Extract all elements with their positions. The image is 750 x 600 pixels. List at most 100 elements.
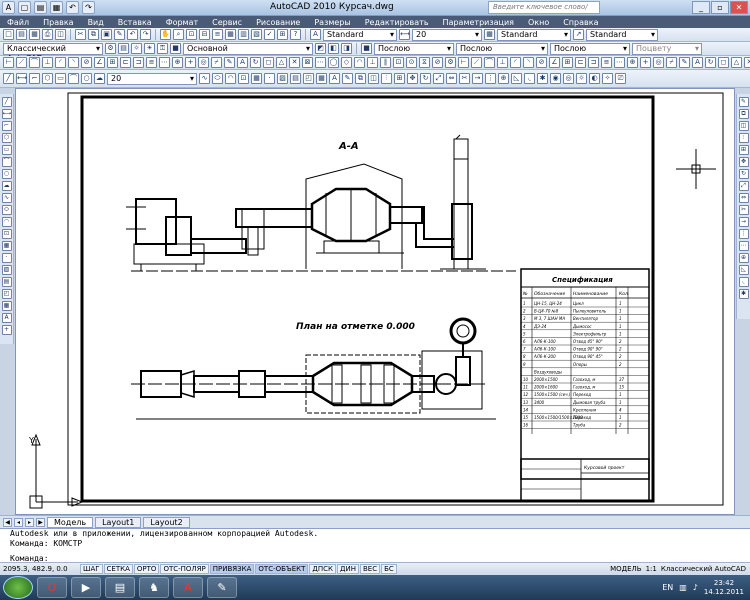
camera-icon[interactable]: ⎚ (615, 73, 626, 84)
dim-edit-icon[interactable]: ✎ (224, 57, 235, 68)
render-icon[interactable]: ◎ (653, 57, 664, 68)
menu-item-2[interactable]: Вид (81, 18, 111, 27)
tab-layout2[interactable]: Layout2 (143, 516, 190, 528)
render-icon[interactable]: ◉ (550, 73, 561, 84)
tool-palettes-icon[interactable]: ▥ (238, 29, 249, 40)
region-icon[interactable]: ◰ (303, 73, 314, 84)
join-icon[interactable]: ⊕ (498, 73, 509, 84)
arc-icon[interactable]: ⌒ (68, 73, 79, 84)
mirror-icon[interactable]: ◫ (738, 121, 749, 131)
paint-icon[interactable]: ✎ (207, 577, 237, 598)
text-style-icon[interactable]: A (310, 29, 321, 40)
snap-node-icon[interactable]: ⊙ (406, 57, 417, 68)
ucs-face-icon[interactable]: ⊥ (497, 57, 508, 68)
insert-block-icon[interactable]: ⊡ (238, 73, 249, 84)
command-line[interactable]: Autodesk или в приложении, лицензированн… (0, 528, 750, 563)
fillet-icon[interactable]: ◟ (524, 73, 535, 84)
extend-icon[interactable]: → (738, 217, 749, 227)
array-icon[interactable]: ⊞ (738, 145, 749, 155)
maximize-button[interactable]: ▫ (711, 1, 729, 14)
scale-icon[interactable]: ⤢ (433, 73, 444, 84)
properties-icon[interactable]: ≡ (212, 29, 223, 40)
move-icon[interactable]: ✥ (407, 73, 418, 84)
pan-icon[interactable]: ✋ (160, 29, 171, 40)
orbit-icon[interactable]: ◎ (563, 73, 574, 84)
polyline-icon[interactable]: ⌐ (1, 121, 12, 131)
color-select[interactable]: Послою (374, 42, 454, 55)
menu-item-3[interactable]: Вставка (111, 18, 159, 27)
cut-icon[interactable]: ✂ (75, 29, 86, 40)
snap-apparent-icon[interactable]: ⊠ (302, 57, 313, 68)
network-icon[interactable]: ▥ (679, 583, 687, 592)
snap-tangent-icon[interactable]: ◠ (354, 57, 365, 68)
new-icon[interactable]: □ (3, 29, 14, 40)
scale-icon[interactable]: ⤢ (738, 181, 749, 191)
status-mode-2[interactable]: ОРТО (133, 564, 160, 574)
layer-select[interactable]: Основной (183, 42, 313, 55)
ucs-named-icon[interactable]: ⊕ (627, 57, 638, 68)
environment-icon[interactable]: ↻ (705, 57, 716, 68)
language-indicator[interactable]: EN (662, 583, 673, 592)
material-icon[interactable]: ◐ (589, 73, 600, 84)
save-icon[interactable]: ▦ (50, 1, 63, 14)
ordinate-icon[interactable]: ⊥ (42, 57, 53, 68)
tab-layout1[interactable]: Layout1 (95, 516, 142, 528)
make-current-icon[interactable]: ◩ (315, 43, 326, 54)
prev-tab-icon[interactable]: ◂ (14, 517, 23, 527)
match-properties-icon[interactable]: ✎ (114, 29, 125, 40)
menu-item-11[interactable]: Справка (556, 18, 605, 27)
drawing-canvas[interactable]: А-А План на отметке 0.000 Спецификация №… (15, 88, 735, 515)
rectangle-icon[interactable]: ▭ (55, 73, 66, 84)
new-icon[interactable]: ▢ (18, 1, 31, 14)
scale-select[interactable]: 20 (107, 72, 197, 85)
design-center-icon[interactable]: ▦ (225, 29, 236, 40)
gradient-icon[interactable]: ▤ (1, 277, 12, 287)
menu-item-10[interactable]: Окно (521, 18, 556, 27)
text-style-select[interactable]: Standard (323, 28, 397, 41)
redo-icon[interactable]: ↷ (140, 29, 151, 40)
mirror-icon[interactable]: ◫ (368, 73, 379, 84)
continue-icon[interactable]: ⊐ (133, 57, 144, 68)
snap-endpoint-icon[interactable]: ◻ (263, 57, 274, 68)
snap-parallel-icon[interactable]: ∥ (380, 57, 391, 68)
workspace-status[interactable]: Классический AutoCAD (661, 565, 746, 573)
dim-style-icon[interactable]: ⟷ (399, 29, 410, 40)
menu-item-6[interactable]: Рисование (249, 18, 307, 27)
zoom-window-icon[interactable]: ⊡ (186, 29, 197, 40)
gradient-icon[interactable]: ▤ (290, 73, 301, 84)
annotation-scale-button[interactable]: 1:1 (646, 565, 657, 573)
undo-icon[interactable]: ↶ (127, 29, 138, 40)
polygon-icon[interactable]: ⬡ (1, 133, 12, 143)
app-menu-icon[interactable]: A (2, 1, 15, 14)
move-icon[interactable]: ✥ (738, 157, 749, 167)
baseline-icon[interactable]: ⊏ (120, 57, 131, 68)
break-at-point-icon[interactable]: ⋮ (738, 229, 749, 239)
dim-text-edit-icon[interactable]: A (237, 57, 248, 68)
table-icon[interactable]: ▦ (1, 301, 12, 311)
redo-icon[interactable]: ↷ (82, 1, 95, 14)
ellipse-icon[interactable]: ⬭ (1, 205, 12, 215)
volume-icon[interactable]: ♪ (693, 583, 698, 592)
open-icon[interactable]: ▤ (16, 29, 27, 40)
status-mode-5[interactable]: ОТС-ОБЪЕКТ (255, 564, 309, 574)
explode-icon[interactable]: ✱ (738, 289, 749, 299)
point-icon[interactable]: · (1, 253, 12, 263)
spline-icon[interactable]: ∿ (199, 73, 210, 84)
add-selected-icon[interactable]: + (1, 325, 12, 335)
light-icon[interactable]: ✧ (602, 73, 613, 84)
polyline-icon[interactable]: ⌐ (29, 73, 40, 84)
status-mode-3[interactable]: ОТС-ПОЛЯР (160, 564, 209, 574)
dim-style-select[interactable]: 20 (412, 28, 482, 41)
line-icon[interactable]: ╱ (3, 73, 14, 84)
ucs-origin-icon[interactable]: ⊘ (536, 57, 547, 68)
snap-settings-icon[interactable]: ⚙ (445, 57, 456, 68)
ucs-x-icon[interactable]: ⊏ (575, 57, 586, 68)
break-icon[interactable]: ⋯ (738, 241, 749, 251)
tab-model[interactable]: Модель (47, 516, 94, 528)
snap-none-icon[interactable]: ⊘ (432, 57, 443, 68)
menu-item-4[interactable]: Формат (159, 18, 205, 27)
spline-icon[interactable]: ∿ (1, 193, 12, 203)
opera-icon[interactable]: O (37, 577, 67, 598)
region-icon[interactable]: ◰ (1, 289, 12, 299)
status-mode-8[interactable]: ВЕС (359, 564, 381, 574)
